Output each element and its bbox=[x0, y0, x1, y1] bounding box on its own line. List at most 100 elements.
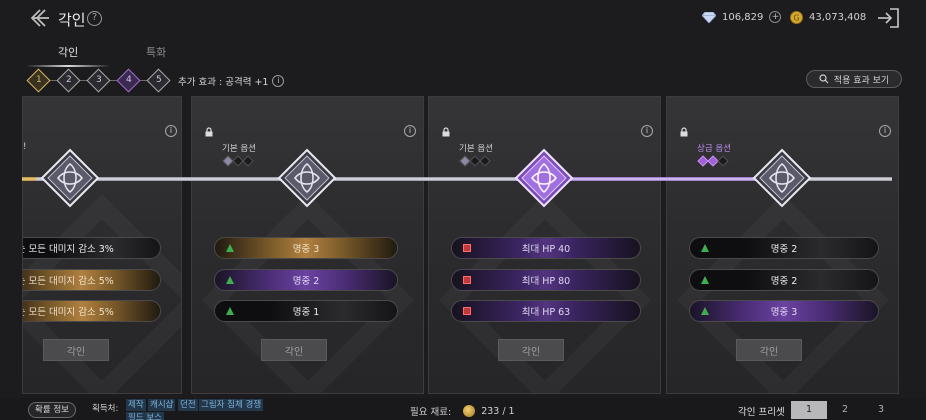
lock-icon bbox=[205, 127, 213, 137]
engrave-chain-gold bbox=[22, 177, 36, 181]
panel-decoration bbox=[201, 194, 413, 393]
diamond-icon bbox=[702, 11, 716, 23]
option-row-text: 명중 2 bbox=[292, 276, 320, 287]
lock-icon bbox=[442, 127, 450, 137]
engrave-node-1[interactable] bbox=[40, 148, 100, 208]
stage-1-label: 1 bbox=[35, 75, 42, 86]
preset-1-button[interactable]: 1 bbox=[791, 401, 827, 419]
info-icon[interactable]: i bbox=[879, 125, 891, 137]
gold-currency: G 43,073,408 bbox=[790, 11, 866, 24]
info-icon[interactable]: i bbox=[641, 125, 653, 137]
panel-decoration bbox=[23, 194, 181, 393]
tab-specialize[interactable]: 특화 bbox=[146, 44, 166, 60]
option-title: 기본 옵션 bbox=[459, 144, 493, 154]
acquire-tag[interactable]: 던전 bbox=[178, 399, 198, 411]
view-effects-button[interactable]: 적용 효과 보기 bbox=[806, 70, 902, 88]
stage-3-label: 3 bbox=[95, 75, 102, 86]
engrave-button[interactable]: 각인 bbox=[43, 339, 109, 361]
back-arrow-icon[interactable] bbox=[28, 7, 50, 29]
option-row-text: 받는 모든 대미지 감소 5% bbox=[23, 276, 114, 287]
engrave-button[interactable]: 각인 bbox=[261, 339, 327, 361]
option-row-text: 최대 HP 63 bbox=[521, 307, 571, 318]
option-row-text: 받는 모든 대미지 감소 5% bbox=[23, 307, 114, 318]
acquire-tag[interactable]: 그림자 침체 경쟁 bbox=[199, 399, 264, 411]
stage-1[interactable]: 1 bbox=[26, 68, 51, 93]
engrave-button[interactable]: 각인 bbox=[498, 339, 564, 361]
up-triangle-icon bbox=[226, 276, 235, 285]
option-row-text: 명중 3 bbox=[770, 307, 798, 318]
help-icon[interactable]: ? bbox=[87, 11, 102, 26]
view-effects-label: 적용 효과 보기 bbox=[833, 75, 890, 86]
option-row-text: 명중 3 bbox=[292, 244, 320, 255]
option-title: 상급 옵션 bbox=[697, 144, 731, 154]
red-square-icon bbox=[463, 244, 472, 253]
grade-pip bbox=[717, 155, 729, 167]
engrave-node-3[interactable] bbox=[514, 148, 574, 208]
info-icon[interactable]: i bbox=[272, 75, 285, 87]
engrave-panel-4: i 상급 옵션 명중 2 명중 2 명중 3 각인 bbox=[666, 96, 899, 394]
option-row-text: 최대 HP 40 bbox=[521, 244, 571, 255]
engrave-chain-purple bbox=[568, 177, 758, 181]
engrave-button[interactable]: 각인 bbox=[736, 339, 802, 361]
option-row: 최대 HP 80 bbox=[451, 269, 641, 291]
red-square-icon bbox=[463, 307, 472, 316]
stage-4[interactable]: 4 bbox=[116, 68, 141, 93]
grade-pip bbox=[479, 155, 491, 167]
up-triangle-icon bbox=[226, 307, 235, 316]
option-row: 명중 3 bbox=[214, 237, 398, 259]
up-triangle-icon bbox=[701, 276, 710, 285]
acquire-label: 획득처: bbox=[92, 404, 119, 414]
page-title: 각인 bbox=[58, 11, 86, 29]
add-diamond-button[interactable]: + bbox=[769, 11, 782, 23]
stage-4-label: 4 bbox=[125, 75, 132, 86]
tab-engrave[interactable]: 각인 bbox=[58, 44, 78, 60]
option-row-text: 명중 2 bbox=[770, 276, 798, 287]
engrave-node-4[interactable] bbox=[752, 148, 812, 208]
option-title: ! bbox=[23, 142, 27, 152]
acquire-tag[interactable]: 필드 보스 bbox=[126, 412, 164, 420]
info-icon[interactable]: i bbox=[404, 125, 416, 137]
option-row: 명중 1 bbox=[214, 300, 398, 322]
probability-info-button[interactable]: 확률 정보 bbox=[28, 402, 76, 418]
up-triangle-icon bbox=[701, 244, 710, 253]
red-square-icon bbox=[463, 276, 472, 285]
stage-3[interactable]: 3 bbox=[86, 68, 111, 93]
search-icon bbox=[819, 74, 829, 84]
engrave-node-2[interactable] bbox=[277, 148, 337, 208]
material-requirement: 필요 재료: 233 / 1 bbox=[410, 404, 515, 418]
gold-coin-icon: G bbox=[790, 11, 803, 24]
option-grade-pips bbox=[697, 155, 729, 167]
option-row: 받는 모든 대미지 감소 5% bbox=[23, 300, 161, 322]
preset-label: 각인 프리셋 bbox=[738, 407, 785, 418]
option-row-text: 명중 2 bbox=[770, 244, 798, 255]
bottom-bar: 확률 정보 획득처: 제작 캐시샵 던전 그림자 침체 경쟁 필드 보스 필요 … bbox=[0, 398, 926, 420]
active-tab-indicator bbox=[26, 65, 110, 67]
preset-2-button[interactable]: 2 bbox=[827, 401, 863, 419]
material-label: 필요 재료: bbox=[410, 407, 452, 418]
option-row-text: 받는 모든 대미지 감소 3% bbox=[23, 244, 114, 255]
stage-2[interactable]: 2 bbox=[56, 68, 81, 93]
gold-value: 43,073,408 bbox=[809, 12, 867, 23]
engrave-panel-1: i ! 받는 모든 대미지 감소 3% 받는 모든 대미지 감소 5% 받는 모… bbox=[22, 96, 182, 394]
up-triangle-icon bbox=[701, 307, 710, 316]
engrave-panel-3: i 기본 옵션 최대 HP 40 최대 HP 80 최대 HP 63 각인 bbox=[428, 96, 661, 394]
info-icon[interactable]: i bbox=[165, 125, 177, 137]
preset-3-button[interactable]: 3 bbox=[863, 401, 899, 419]
exit-icon[interactable] bbox=[876, 7, 900, 29]
stage-2-label: 2 bbox=[65, 75, 72, 86]
svg-text:G: G bbox=[793, 14, 799, 23]
bonus-effect-text: 추가 효과 : 공격력 +1 bbox=[178, 77, 269, 88]
acquire-tag[interactable]: 제작 bbox=[126, 399, 146, 411]
option-row-text: 최대 HP 80 bbox=[521, 276, 571, 287]
stage-5[interactable]: 5 bbox=[146, 68, 171, 93]
stage-5-label: 5 bbox=[155, 75, 162, 86]
option-row: 최대 HP 40 bbox=[451, 237, 641, 259]
option-row: 명중 2 bbox=[214, 269, 398, 291]
diamond-value: 106,829 bbox=[722, 11, 764, 23]
option-row: 최대 HP 63 bbox=[451, 300, 641, 322]
lock-icon bbox=[680, 127, 688, 137]
option-row-text: 명중 1 bbox=[292, 307, 320, 318]
acquire-tag[interactable]: 캐시샵 bbox=[148, 399, 176, 411]
option-grade-pips bbox=[222, 155, 254, 167]
grade-pip bbox=[242, 155, 254, 167]
